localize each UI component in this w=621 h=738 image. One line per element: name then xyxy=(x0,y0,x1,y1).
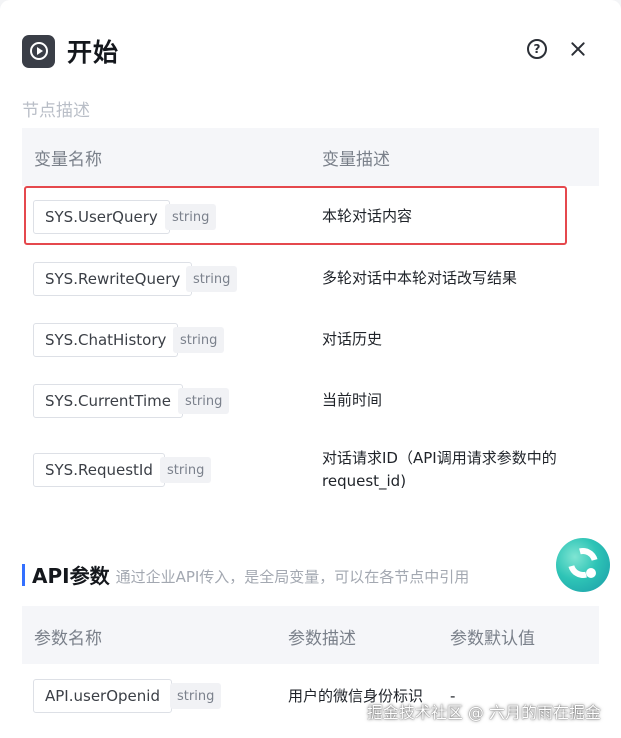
variable-chip[interactable]: SYS.CurrentTime xyxy=(33,384,184,418)
column-header-desc: 参数描述 xyxy=(288,629,356,649)
variable-desc: 当前时间 xyxy=(322,391,383,409)
variable-chip[interactable]: SYS.RequestId xyxy=(33,453,165,487)
variable-chip[interactable]: SYS.RewriteQuery xyxy=(33,262,193,296)
highlight-box xyxy=(24,186,567,245)
variables-table-header: 变量名称 变量描述 xyxy=(22,128,599,186)
variable-chip[interactable]: SYS.ChatHistory xyxy=(33,323,179,357)
table-row: SYS.CurrentTime string 当前时间 xyxy=(22,370,599,430)
play-icon xyxy=(22,34,55,68)
table-row: SYS.RequestId string 对话请求ID（API调用请求参数中的r… xyxy=(22,438,599,508)
watermark: 掘金技术社区 @ 六月的雨在掘金 xyxy=(366,703,601,722)
variable-desc: 多轮对话中本轮对话改写结果 xyxy=(322,269,518,287)
column-header-name: 参数名称 xyxy=(34,629,102,649)
api-section-subtitle: 通过企业API传入，是全局变量，可以在各节点中引用 xyxy=(115,567,470,586)
api-section-title: API参数 通过企业API传入，是全局变量，可以在各节点中引用 xyxy=(22,560,469,589)
type-tag: string xyxy=(186,266,238,292)
start-node-panel: 开始 ? 节点描述 变量名称 变量描述 SYS.UserQuery string… xyxy=(0,0,621,738)
help-icon[interactable]: ? xyxy=(527,39,547,59)
type-tag: string xyxy=(178,388,230,414)
header-actions: ? xyxy=(527,39,587,59)
api-section-label: API参数 xyxy=(32,564,110,588)
column-header-desc: 变量描述 xyxy=(322,149,390,170)
table-row: SYS.RewriteQuery string 多轮对话中本轮对话改写结果 xyxy=(22,248,599,308)
type-tag: string xyxy=(173,327,225,353)
section-label: 节点描述 xyxy=(22,101,90,121)
column-header-name: 变量名称 xyxy=(34,149,102,170)
variable-desc: 对话请求ID（API调用请求参数中的request_id) xyxy=(322,449,557,490)
close-icon[interactable] xyxy=(569,40,587,58)
panel-header: 开始 ? xyxy=(22,34,599,68)
column-header-default: 参数默认值 xyxy=(450,629,535,649)
assistant-logo-icon[interactable] xyxy=(556,538,610,592)
table-row: SYS.ChatHistory string 对话历史 xyxy=(22,309,599,369)
variable-chip[interactable]: API.userOpenid xyxy=(33,679,172,713)
variable-desc: 对话历史 xyxy=(322,330,383,348)
type-tag: string xyxy=(160,457,212,483)
section-accent-bar xyxy=(22,563,25,586)
api-table-header: 参数名称 参数描述 参数默认值 xyxy=(22,606,599,664)
type-tag: string xyxy=(170,683,222,709)
panel-title: 开始 xyxy=(67,38,120,67)
